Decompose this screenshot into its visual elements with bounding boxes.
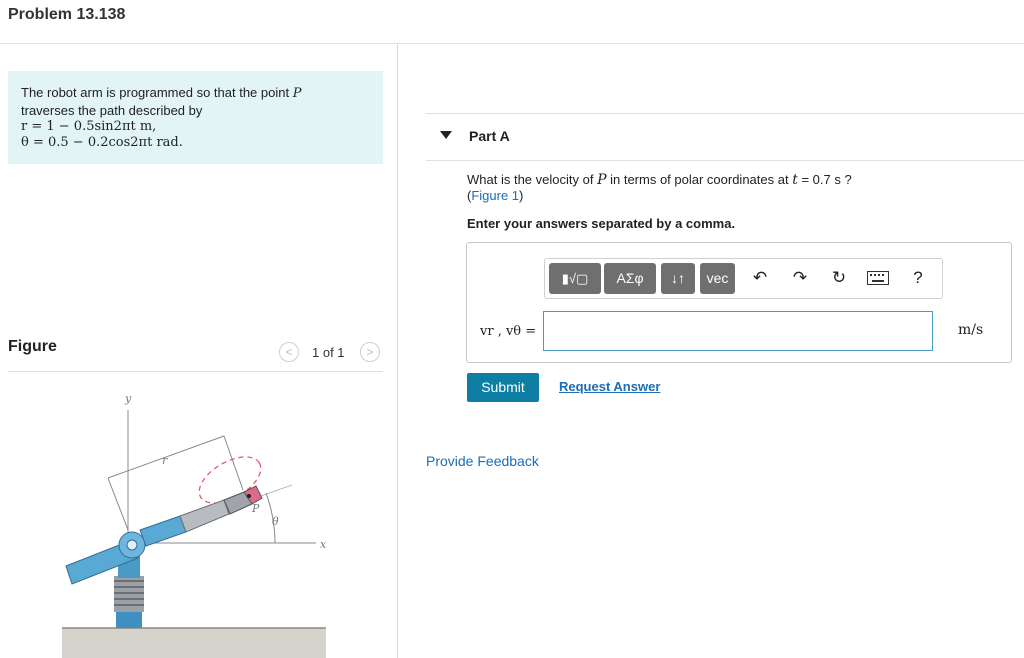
templates-button[interactable]: ▮√▢ (549, 263, 601, 294)
redo-icon[interactable]: ↷ (788, 266, 812, 290)
problem-statement: The robot arm is programmed so that the … (8, 71, 383, 164)
part-a-divider-top (426, 113, 1024, 114)
answer-instruction: Enter your answers separated by a comma. (467, 216, 736, 231)
x-axis-label: x (320, 538, 327, 551)
figure-reference: (Figure 1) (467, 188, 523, 203)
help-button[interactable]: ? (906, 266, 930, 290)
ground (62, 628, 326, 658)
statement-line-2: traverses the path described by (21, 103, 203, 118)
point-p-label: P (251, 502, 260, 515)
part-a-title[interactable]: Part A (469, 128, 510, 144)
keyboard-icon[interactable] (866, 266, 890, 290)
forearm (139, 515, 187, 547)
question-pre: What is the velocity of (467, 172, 598, 187)
question-mid: in terms of polar coordinates at (606, 172, 793, 187)
point-p-marker (247, 494, 251, 498)
provide-feedback-link[interactable]: Provide Feedback (426, 453, 539, 469)
figure-paren-close: ) (519, 188, 524, 203)
theta-label: θ (272, 515, 279, 528)
vec-button[interactable]: vec (700, 263, 735, 294)
equation-r: r = 1 − 0.5sin2πt m, (21, 119, 157, 134)
part-a-divider-bottom (426, 160, 1024, 161)
forearm-bellows (179, 499, 230, 533)
robot-arm-figure: y x r θ P (62, 392, 327, 658)
joint-pin (126, 539, 138, 551)
r-label: r (162, 454, 168, 467)
y-axis-label: y (124, 392, 132, 405)
figure-1-link[interactable]: Figure 1 (471, 188, 519, 203)
answer-label: vr , vθ = (480, 324, 537, 339)
question-post: = 0.7 s ? (797, 172, 852, 187)
request-answer-link[interactable]: Request Answer (559, 379, 660, 394)
problem-title: Problem 13.138 (8, 6, 126, 23)
question-text: What is the velocity of P in terms of po… (467, 172, 852, 188)
answer-unit: m/s (958, 322, 984, 338)
collapse-triangle-icon[interactable] (440, 131, 452, 139)
chevron-right-icon[interactable]: > (360, 342, 380, 362)
figure-pager-text: 1 of 1 (312, 345, 345, 360)
figure-heading: Figure (8, 338, 57, 355)
point-p-var: P (292, 86, 302, 101)
symbols-button[interactable]: ΑΣφ (604, 263, 656, 294)
r-extension-2 (223, 435, 244, 491)
statement-text: The robot arm is programmed so that the … (21, 85, 293, 100)
arrows-button[interactable]: ↓↑ (661, 263, 695, 294)
r-extension-1 (107, 477, 129, 531)
base-foot (116, 612, 142, 628)
undo-icon[interactable]: ↶ (748, 266, 772, 290)
reset-icon[interactable]: ↻ (827, 266, 851, 290)
pane-divider (397, 44, 398, 658)
top-bar (0, 0, 1024, 44)
equation-theta: θ = 0.5 − 0.2cos2πt rad. (21, 135, 183, 150)
answer-input[interactable] (543, 311, 933, 351)
statement-line-1: The robot arm is programmed so that the … (21, 85, 301, 101)
submit-button[interactable]: Submit (467, 373, 539, 402)
chevron-left-icon[interactable]: < (279, 342, 299, 362)
figure-divider (8, 371, 383, 372)
